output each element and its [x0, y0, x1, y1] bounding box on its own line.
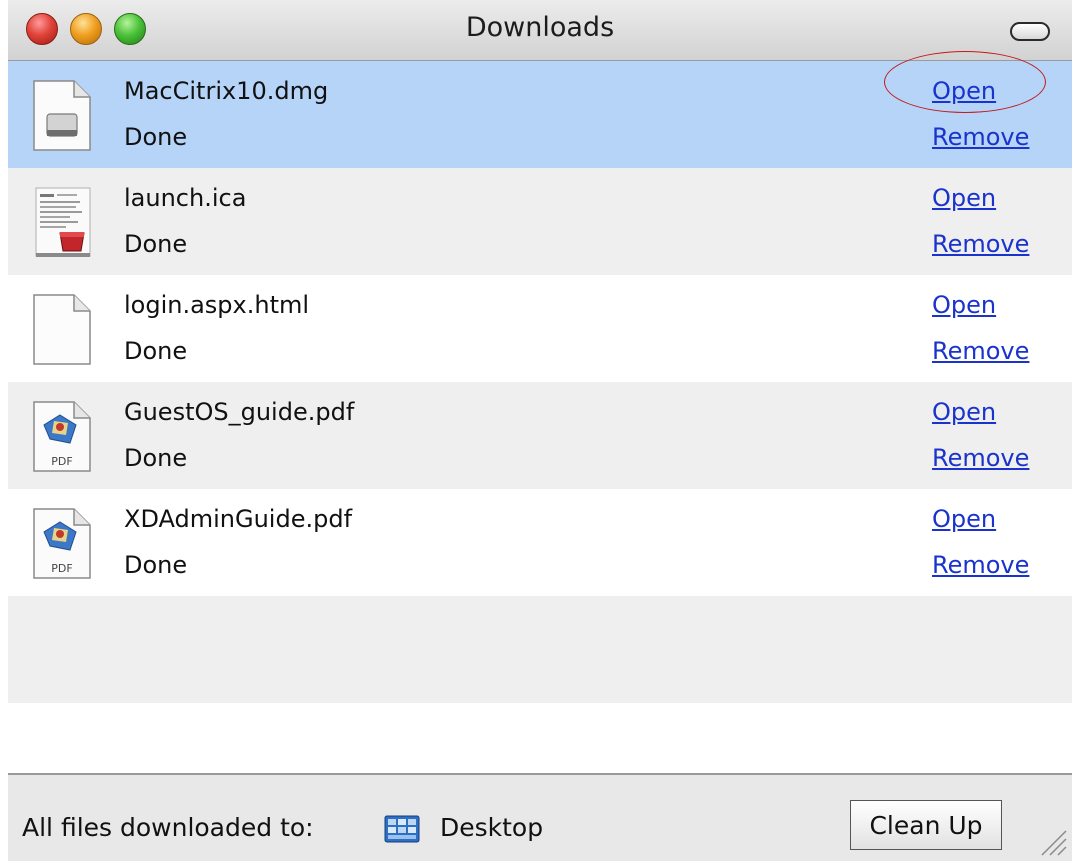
toolbar-toggle-button[interactable]	[1010, 22, 1050, 41]
download-row[interactable]: login.aspx.html Done Open Remove	[8, 275, 1072, 382]
open-link[interactable]: Open	[932, 184, 996, 212]
remove-link[interactable]: Remove	[932, 551, 1029, 579]
remove-link[interactable]: Remove	[932, 444, 1029, 472]
downloads-window: Downloads MacCitrix10.dmg Done Open Remo…	[8, 0, 1072, 861]
blank-document-icon	[33, 294, 91, 365]
open-link[interactable]: Open	[932, 398, 996, 426]
title-bar[interactable]: Downloads	[8, 0, 1072, 61]
remove-link[interactable]: Remove	[932, 337, 1029, 365]
download-row[interactable]: PDF GuestOS_guide.pdf Done Open Remove	[8, 382, 1072, 489]
empty-row	[8, 703, 1072, 773]
remove-link[interactable]: Remove	[932, 123, 1029, 151]
download-row[interactable]: PDF XDAdminGuide.pdf Done Open Remove	[8, 489, 1072, 596]
file-name: MacCitrix10.dmg	[124, 77, 329, 105]
download-status: Done	[124, 551, 188, 579]
empty-row	[8, 596, 1072, 703]
pdf-document-icon: PDF	[33, 401, 91, 472]
file-name: login.aspx.html	[124, 291, 310, 319]
download-location-label: All files downloaded to:	[22, 813, 314, 842]
downloads-list: MacCitrix10.dmg Done Open Remove launch.…	[8, 51, 1072, 773]
file-name: GuestOS_guide.pdf	[124, 398, 355, 426]
download-row[interactable]: launch.ica Done Open Remove	[8, 168, 1072, 275]
file-name: XDAdminGuide.pdf	[124, 505, 353, 533]
file-name: launch.ica	[124, 184, 247, 212]
disk-image-icon	[33, 80, 91, 151]
annotation-circle	[884, 51, 1046, 113]
footer-bar: All files downloaded to: Desktop Clean U…	[8, 773, 1072, 861]
remove-link[interactable]: Remove	[932, 230, 1029, 258]
open-link[interactable]: Open	[932, 505, 996, 533]
pdf-document-icon: PDF	[33, 508, 91, 579]
download-status: Done	[124, 230, 188, 258]
ica-document-icon	[35, 187, 91, 257]
resize-grip-icon[interactable]	[1036, 825, 1068, 857]
window-title: Downloads	[465, 12, 615, 43]
download-status: Done	[124, 123, 188, 151]
pdf-icon-caption: PDF	[51, 562, 72, 575]
desktop-folder-icon[interactable]	[384, 813, 420, 845]
download-status: Done	[124, 337, 188, 365]
open-link[interactable]: Open	[932, 291, 996, 319]
clean-up-button[interactable]: Clean Up	[850, 800, 1002, 850]
download-status: Done	[124, 444, 188, 472]
pdf-icon-caption: PDF	[51, 455, 72, 468]
download-destination[interactable]: Desktop	[440, 813, 543, 842]
